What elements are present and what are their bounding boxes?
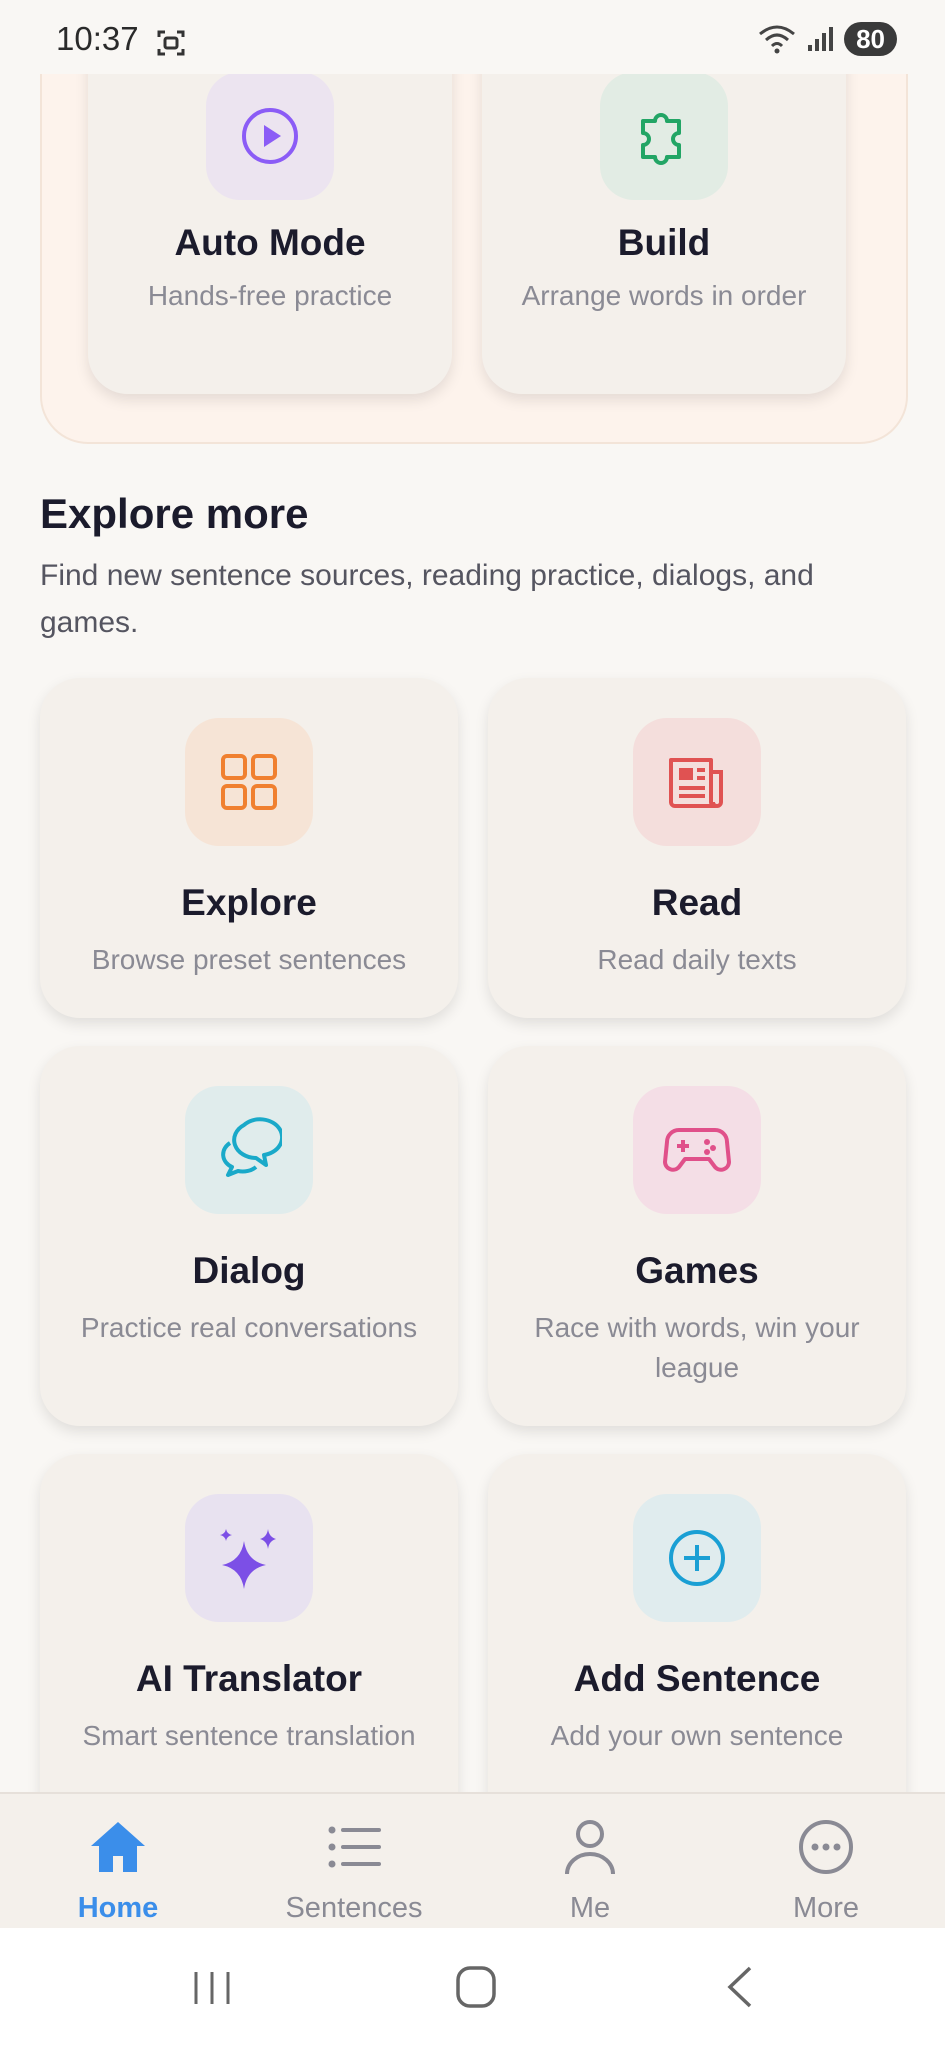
- sparkles-icon: [220, 1529, 276, 1589]
- nav-label: Home: [77, 1892, 159, 1924]
- plus-circle-icon-box: [633, 1494, 761, 1622]
- card-subtitle: Arrange words in order: [521, 280, 807, 311]
- home-button-icon[interactable]: [446, 1962, 506, 2012]
- card-subtitle: Hands-free practice: [147, 280, 393, 311]
- nav-item-more[interactable]: More: [708, 1794, 944, 1930]
- battery-indicator: 80: [844, 22, 897, 56]
- card-subtitle: Read daily texts: [597, 944, 797, 975]
- card-title: Games: [635, 1250, 759, 1291]
- build-card[interactable]: Build Arrange words in order: [482, 22, 846, 394]
- puzzle-icon: [641, 113, 681, 165]
- card-title: AI Translator: [135, 1658, 363, 1699]
- explore-card[interactable]: Explore Browse preset sentences: [40, 678, 458, 1018]
- nav-item-me[interactable]: Me: [472, 1794, 708, 1930]
- section-title: Explore more: [40, 490, 309, 537]
- screenshot-icon: [157, 30, 185, 56]
- puzzle-icon-box: [600, 72, 728, 200]
- grid-icon: [221, 754, 277, 810]
- nav-item-home[interactable]: Home: [0, 1794, 236, 1930]
- user-icon: [565, 1820, 615, 1875]
- sparkles-icon-box: [185, 1494, 313, 1622]
- status-bar: 10:37 80: [0, 0, 945, 74]
- card-subtitle: Browse preset sentences: [91, 944, 407, 975]
- home-icon: [91, 1822, 145, 1872]
- card-subtitle: Add your own sentence: [550, 1720, 844, 1751]
- list-icon: [328, 1826, 381, 1868]
- card-title: Auto Mode: [174, 222, 366, 263]
- ai-translator-card[interactable]: AI Translator Smart sentence translation: [40, 1454, 458, 1834]
- section-description: Find new sentence sources, reading pract…: [40, 559, 814, 639]
- card-title: Build: [617, 222, 711, 263]
- card-title: Dialog: [192, 1250, 306, 1291]
- practice-modes-section: Auto Mode Hands-free practice Build Arra…: [40, 20, 908, 444]
- back-icon[interactable]: [712, 1962, 772, 2012]
- dialog-card[interactable]: Dialog Practice real conversations: [40, 1046, 458, 1426]
- card-title: Read: [651, 882, 743, 923]
- card-title: Add Sentence: [573, 1658, 821, 1699]
- plus-circle-icon: [669, 1530, 725, 1586]
- status-icons: 80: [758, 22, 897, 56]
- newspaper-icon-box: [633, 718, 761, 846]
- more-icon: [799, 1820, 853, 1874]
- chat-bubbles-icon-box: [185, 1086, 313, 1214]
- status-time: 10:37: [56, 20, 139, 57]
- nav-item-sentences[interactable]: Sentences: [236, 1794, 472, 1930]
- nav-label: Sentences: [285, 1892, 423, 1924]
- games-card[interactable]: Games Race with words, win your league: [488, 1046, 906, 1426]
- wifi-icon: [759, 25, 796, 54]
- gamepad-icon: [663, 1128, 731, 1172]
- card-subtitle: Practice real conversations: [80, 1312, 418, 1343]
- signal-icon: [808, 27, 834, 51]
- card-subtitle: Smart sentence translation: [82, 1720, 416, 1751]
- read-card[interactable]: Read Read daily texts: [488, 678, 906, 1018]
- gamepad-icon-box: [633, 1086, 761, 1214]
- card-title: Explore: [181, 882, 317, 923]
- play-circle-icon: [242, 108, 298, 164]
- recent-apps-icon[interactable]: [182, 1962, 242, 2012]
- card-subtitle: Race with words, win your league: [534, 1312, 860, 1383]
- system-navigation-bar: [0, 1928, 945, 2048]
- add-sentence-card[interactable]: Add Sentence Add your own sentence: [488, 1454, 906, 1834]
- newspaper-icon: [669, 758, 723, 808]
- chat-bubbles-icon: [221, 1117, 282, 1177]
- play-circle-icon-box: [206, 72, 334, 200]
- nav-label: Me: [569, 1892, 611, 1924]
- grid-icon-box: [185, 718, 313, 846]
- auto-mode-card[interactable]: Auto Mode Hands-free practice: [88, 22, 452, 394]
- bottom-navigation: Home Sentences Me More: [0, 1792, 945, 1930]
- nav-label: More: [792, 1892, 860, 1924]
